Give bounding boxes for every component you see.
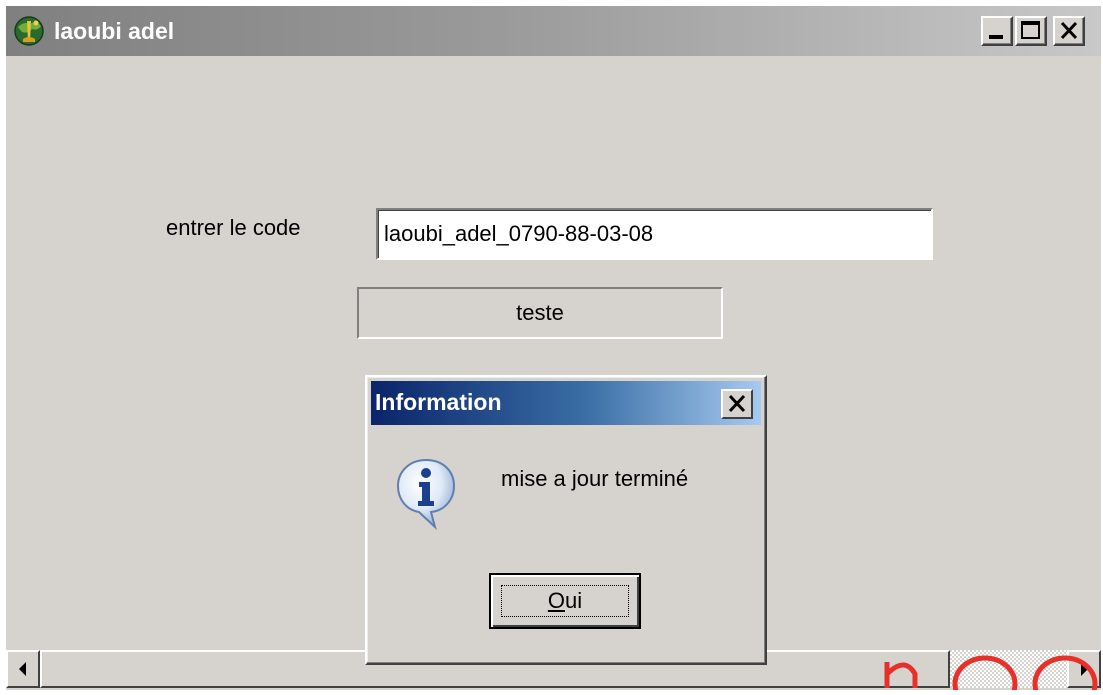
code-label: entrer le code	[166, 215, 301, 240]
dialog-title: Information	[375, 389, 502, 415]
dialog-message: mise a jour terminé	[501, 466, 689, 491]
app-icon	[12, 15, 46, 47]
minimize-icon	[989, 35, 1003, 39]
ok-button-label: ui	[565, 588, 583, 613]
title-bar[interactable]: laoubi adel	[6, 6, 1101, 56]
close-icon	[728, 394, 746, 413]
info-icon	[395, 457, 457, 531]
test-button[interactable]: teste	[357, 287, 723, 339]
watermark	[875, 640, 1103, 695]
ok-button-mnemonic: O	[547, 588, 565, 613]
window-title: laoubi adel	[54, 18, 175, 44]
arrow-left-icon	[19, 662, 26, 676]
dialog-title-bar[interactable]: Information	[371, 381, 761, 425]
code-input[interactable]	[376, 208, 933, 260]
close-button[interactable]	[1053, 16, 1085, 46]
ok-button-focus-ring: Oui	[501, 585, 629, 617]
maximize-icon	[1021, 21, 1040, 39]
minimize-button[interactable]	[981, 16, 1013, 46]
scroll-left-button[interactable]	[6, 650, 40, 688]
close-icon	[1060, 21, 1078, 40]
info-dialog: Information mise a jour terminé Oui	[365, 375, 767, 665]
maximize-button[interactable]	[1015, 16, 1047, 46]
test-button-label: teste	[516, 300, 564, 325]
dialog-close-button[interactable]	[721, 389, 753, 419]
ok-button[interactable]: Oui	[489, 573, 641, 629]
